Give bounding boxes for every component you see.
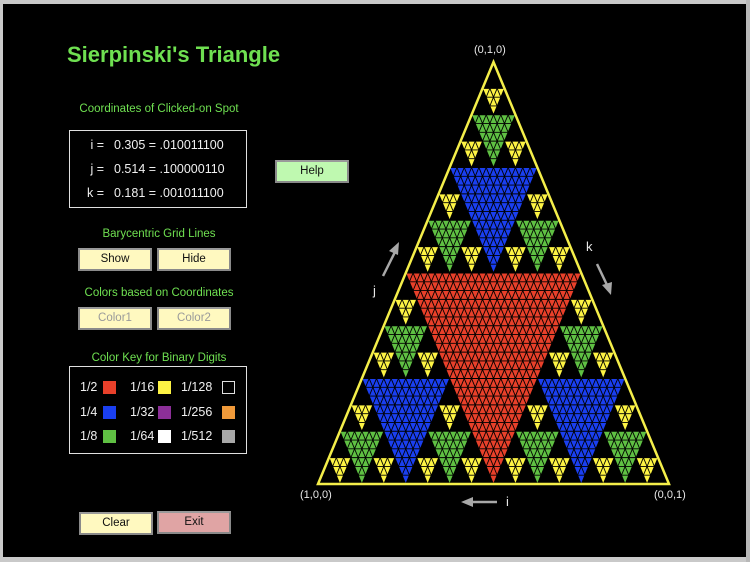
sierpinski-region-level-4 <box>460 457 483 484</box>
sierpinski-region-level-4 <box>592 352 615 379</box>
app-window: Sierpinski's Triangle Coordinates of Cli… <box>3 4 746 557</box>
j-arrow-icon <box>381 242 399 277</box>
axis-j-label: j <box>373 283 376 298</box>
sierpinski-region-level-4 <box>438 404 461 432</box>
sierpinski-region-level-4 <box>350 404 373 432</box>
sierpinski-region-level-4 <box>614 404 637 432</box>
sierpinski-region-level-4 <box>548 246 571 273</box>
i-arrow-icon <box>461 497 497 507</box>
sierpinski-region-level-4 <box>636 457 659 484</box>
sierpinski-region-level-4 <box>548 457 571 484</box>
sierpinski-region-level-4 <box>592 457 615 484</box>
sierpinski-region-level-4 <box>372 457 395 484</box>
sierpinski-region-level-4 <box>526 193 549 221</box>
vertex-top-label: (0,1,0) <box>474 44 506 56</box>
sierpinski-region-level-4 <box>416 246 439 273</box>
vertex-right-label: (0,0,1) <box>654 489 686 501</box>
sierpinski-region-level-4 <box>482 88 505 115</box>
sierpinski-region-level-4 <box>526 404 549 432</box>
sierpinski-region-level-4 <box>570 299 593 326</box>
axis-k-label: k <box>586 239 593 254</box>
sierpinski-region-level-4 <box>372 352 395 379</box>
sierpinski-region-level-4 <box>548 352 571 379</box>
sierpinski-region-level-4 <box>504 457 527 484</box>
sierpinski-region-level-4 <box>460 246 483 273</box>
sierpinski-region-level-4 <box>328 457 351 484</box>
sierpinski-region-level-4 <box>504 141 527 168</box>
sierpinski-canvas[interactable] <box>3 4 746 557</box>
sierpinski-region-level-4 <box>438 193 461 221</box>
sierpinski-region-level-4 <box>416 457 439 484</box>
vertex-left-label: (1,0,0) <box>300 489 332 501</box>
sierpinski-region-level-4 <box>394 299 417 326</box>
k-arrow-icon <box>595 263 612 295</box>
window-edge <box>746 0 750 562</box>
sierpinski-region-level-4 <box>504 246 527 273</box>
sierpinski-region-level-4 <box>416 352 439 379</box>
sierpinski-region-level-4 <box>460 141 483 168</box>
axis-i-label: i <box>506 494 509 509</box>
